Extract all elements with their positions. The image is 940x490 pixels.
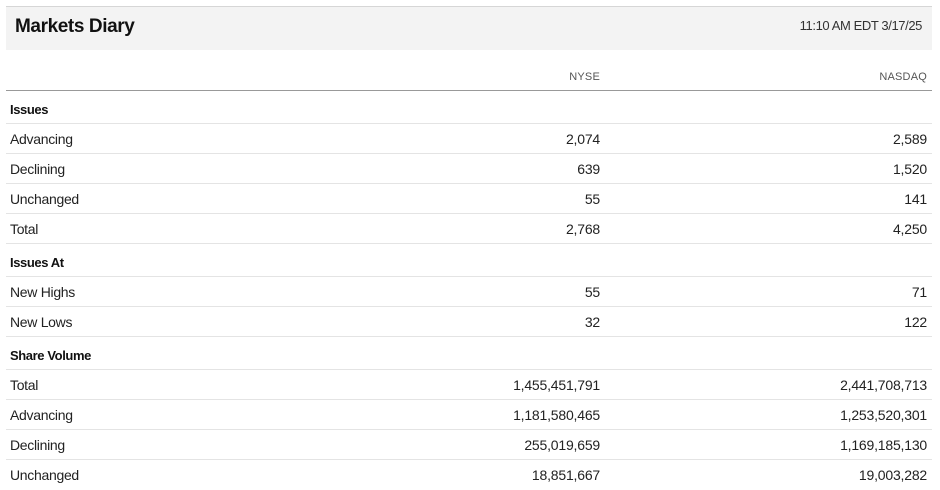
table-row: Advancing 2,074 2,589 (6, 124, 932, 154)
table-row: Declining 255,019,659 1,169,185,130 (6, 430, 932, 460)
nyse-value: 1,181,580,465 (513, 407, 600, 423)
section-header-share-volume: Share Volume (6, 337, 932, 370)
row-label: Unchanged (10, 191, 79, 207)
table-row: Unchanged 18,851,667 19,003,282 (6, 460, 932, 490)
table-row: Total 1,455,451,791 2,441,708,713 (6, 370, 932, 400)
section-header-issues: Issues (6, 91, 932, 124)
table-row: New Lows 32 122 (6, 307, 932, 337)
nyse-value: 255,019,659 (524, 437, 600, 453)
timestamp: 11:10 AM EDT 3/17/25 (799, 18, 923, 33)
row-label: Declining (10, 437, 65, 453)
page-title: Markets Diary (15, 16, 135, 37)
table-row: Total 2,768 4,250 (6, 214, 932, 244)
table-row: Unchanged 55 141 (6, 184, 932, 214)
row-label: Total (10, 221, 39, 237)
section-label: Issues (10, 102, 49, 117)
row-label: Advancing (10, 131, 73, 147)
nyse-value: 55 (584, 284, 600, 300)
row-label: Declining (10, 161, 65, 177)
nasdaq-value: 122 (904, 314, 927, 330)
row-label: Total (10, 377, 39, 393)
nyse-value: 18,851,667 (531, 467, 600, 483)
section-label: Share Volume (10, 348, 91, 363)
table-row: Advancing 1,181,580,465 1,253,520,301 (6, 400, 932, 430)
nasdaq-value: 19,003,282 (858, 467, 927, 483)
nyse-value: 2,768 (565, 221, 600, 237)
table-row: Declining 639 1,520 (6, 154, 932, 184)
column-header-row: NYSE NASDAQ (6, 64, 932, 91)
column-header-nyse: NYSE (569, 71, 600, 83)
nasdaq-value: 141 (904, 191, 927, 207)
nyse-value: 639 (577, 161, 600, 177)
section-header-issues-at: Issues At (6, 244, 932, 277)
nasdaq-value: 1,520 (892, 161, 927, 177)
table-row: New Highs 55 71 (6, 277, 932, 307)
nasdaq-value: 71 (911, 284, 927, 300)
markets-diary-table: NYSE NASDAQ Issues Advancing 2,074 2,589… (6, 64, 932, 490)
nyse-value: 2,074 (565, 131, 600, 147)
nasdaq-value: 4,250 (892, 221, 927, 237)
row-label: Advancing (10, 407, 73, 423)
nasdaq-value: 2,441,708,713 (840, 377, 927, 393)
row-label: Unchanged (10, 467, 79, 483)
markets-diary-header: Markets Diary 11:10 AM EDT 3/17/25 (6, 6, 932, 50)
nyse-value: 32 (584, 314, 600, 330)
section-label: Issues At (10, 255, 64, 270)
nasdaq-value: 1,253,520,301 (840, 407, 927, 423)
nasdaq-value: 1,169,185,130 (840, 437, 927, 453)
nasdaq-value: 2,589 (892, 131, 927, 147)
row-label: New Highs (10, 284, 75, 300)
nyse-value: 55 (584, 191, 600, 207)
column-header-nasdaq: NASDAQ (879, 71, 927, 83)
nyse-value: 1,455,451,791 (513, 377, 600, 393)
row-label: New Lows (10, 314, 73, 330)
